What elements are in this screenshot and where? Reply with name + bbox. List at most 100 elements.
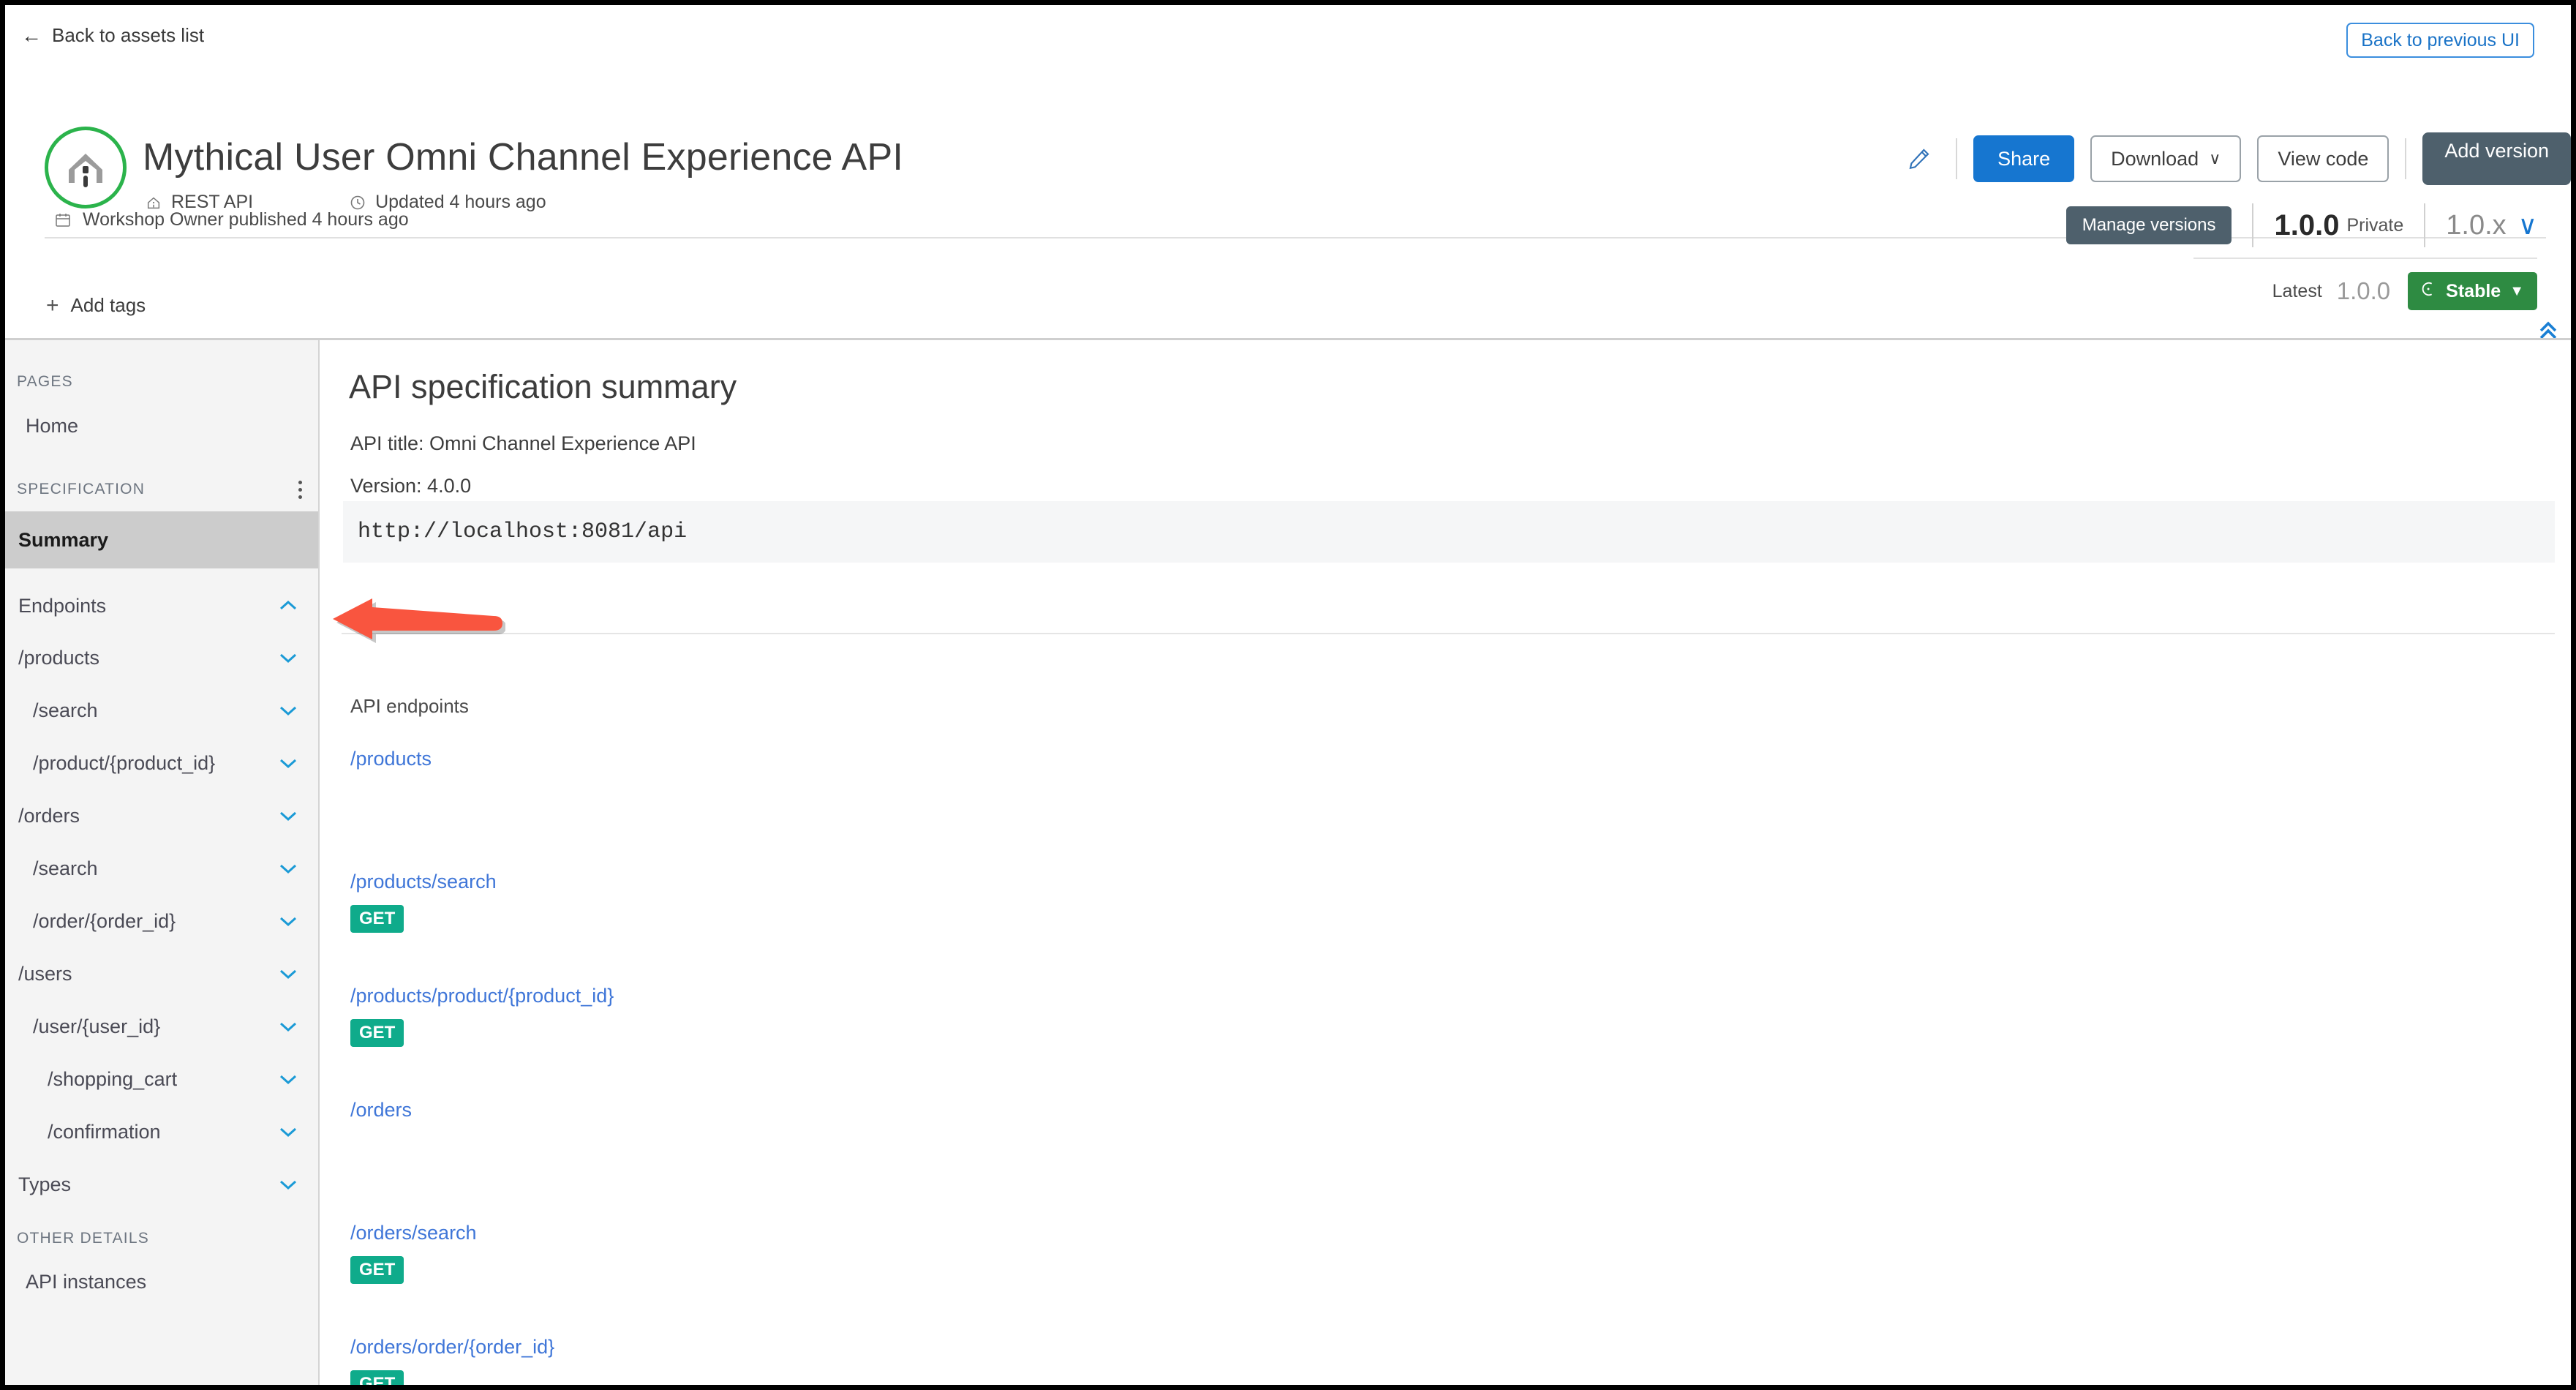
endpoint-path-link[interactable]: /orders/order/{order_id} bbox=[350, 1323, 2556, 1370]
content-divider bbox=[342, 633, 2555, 634]
view-code-button[interactable]: View code bbox=[2257, 135, 2389, 182]
sidebar-item-endpoint[interactable]: /orders bbox=[5, 789, 318, 842]
endpoint-path-link[interactable]: /orders/search bbox=[350, 1209, 2556, 1256]
divider bbox=[1956, 138, 1957, 179]
sidebar-spec-heading: SPECIFICATION bbox=[17, 481, 145, 498]
sidebar-item-endpoint[interactable]: /order/{order_id} bbox=[5, 895, 318, 947]
sidebar-item-label: /search bbox=[33, 857, 98, 880]
chevron-down-icon bbox=[279, 858, 298, 879]
spacer bbox=[350, 1284, 2556, 1315]
divider-4 bbox=[2424, 203, 2425, 247]
http-method-badge[interactable]: GET bbox=[350, 1019, 404, 1047]
endpoint-entry: /products bbox=[350, 735, 2556, 849]
add-tags-label: Add tags bbox=[71, 294, 146, 317]
sidebar-item-label: /product/{product_id} bbox=[33, 752, 215, 775]
kebab-menu-icon[interactable] bbox=[298, 481, 302, 499]
download-label: Download bbox=[2111, 148, 2199, 170]
download-button[interactable]: Download ∨ bbox=[2090, 135, 2241, 182]
latest-version-value: 1.0.0 bbox=[2337, 277, 2390, 305]
sidebar-item-label: /shopping_cart bbox=[48, 1068, 177, 1091]
top-bar: ← Back to assets list Back to previous U… bbox=[5, 5, 2571, 65]
share-button[interactable]: Share bbox=[1973, 135, 2074, 182]
divider-2 bbox=[2405, 138, 2406, 179]
chevron-down-icon bbox=[279, 647, 298, 669]
sidebar-item-label: Types bbox=[18, 1173, 71, 1196]
manage-versions-button[interactable]: Manage versions bbox=[2066, 206, 2232, 244]
endpoint-path-link[interactable]: /products/search bbox=[350, 858, 2556, 905]
main-content: API specification summary API title: Omn… bbox=[321, 340, 2571, 1385]
api-title-line: API title: Omni Channel Experience API bbox=[350, 432, 696, 455]
sidebar-item-endpoint[interactable]: /products bbox=[5, 631, 318, 684]
http-method-badge[interactable]: GET bbox=[350, 1370, 404, 1385]
sidebar-item-label: Home bbox=[26, 415, 78, 437]
sidebar-heading-other-details: OTHER DETAILS bbox=[5, 1218, 318, 1259]
status-badge-label: Stable bbox=[2446, 281, 2501, 302]
app-window: ← Back to assets list Back to previous U… bbox=[5, 5, 2571, 1385]
red-left-arrow-annotation bbox=[321, 590, 505, 652]
sidebar-item-endpoint[interactable]: /search bbox=[5, 842, 318, 895]
back-to-previous-ui-button[interactable]: Back to previous UI bbox=[2346, 23, 2534, 58]
add-version-button[interactable]: Add version bbox=[2422, 132, 2571, 185]
endpoint-entry: /orders/order/{order_id}GET bbox=[350, 1323, 2556, 1385]
endpoint-path-link[interactable]: /orders bbox=[350, 1086, 2556, 1133]
sidebar-heading-specification: SPECIFICATION bbox=[5, 467, 318, 511]
sidebar-item-types[interactable]: Types bbox=[5, 1158, 318, 1211]
published-info: Workshop Owner published 4 hours ago bbox=[53, 209, 409, 230]
sidebar-item-endpoint[interactable]: /shopping_cart bbox=[5, 1053, 318, 1105]
sidebar-item-endpoint[interactable]: /users bbox=[5, 947, 318, 1000]
pencil-icon[interactable] bbox=[1899, 138, 1940, 179]
sidebar-item-label: API instances bbox=[26, 1271, 146, 1293]
endpoint-path-link[interactable]: /products/product/{product_id} bbox=[350, 972, 2556, 1019]
sidebar: PAGES Home SPECIFICATION Summary Endpoin… bbox=[5, 340, 320, 1385]
sidebar-item-label: /user/{user_id} bbox=[33, 1015, 160, 1038]
chevron-down-icon bbox=[279, 1069, 298, 1090]
sidebar-item-label: Summary bbox=[18, 529, 108, 552]
chevron-up-icon bbox=[279, 596, 298, 617]
back-to-assets-list-label: Back to assets list bbox=[52, 24, 204, 47]
publish-version-bar: Workshop Owner published 4 hours ago + A… bbox=[5, 179, 2571, 331]
current-version: 1.0.0 bbox=[2274, 209, 2339, 242]
endpoint-entry: /products/product/{product_id}GET bbox=[350, 972, 2556, 1078]
chevron-down-icon[interactable]: ∨ bbox=[2518, 210, 2537, 241]
chevron-down-icon bbox=[279, 963, 298, 985]
sidebar-item-endpoint[interactable]: /search bbox=[5, 684, 318, 737]
sidebar-item-label: /order/{order_id} bbox=[33, 910, 176, 933]
sidebar-item-endpoint[interactable]: /user/{user_id} bbox=[5, 1000, 318, 1053]
sidebar-pages-heading: PAGES bbox=[17, 373, 73, 391]
chevron-down-icon bbox=[279, 1174, 298, 1195]
http-method-badge[interactable]: GET bbox=[350, 1256, 404, 1284]
view-code-label: View code bbox=[2278, 148, 2368, 170]
sidebar-item-endpoints[interactable]: Endpoints bbox=[5, 580, 318, 631]
add-version-label: Add version bbox=[2444, 140, 2549, 162]
endpoint-entry: /products/searchGET bbox=[350, 858, 2556, 963]
latest-label: Latest bbox=[2272, 281, 2322, 302]
chevron-down-icon bbox=[279, 805, 298, 827]
sidebar-item-endpoint[interactable]: /confirmation bbox=[5, 1105, 318, 1158]
version-controls-bottom: Latest 1.0.0 Stable ▼ bbox=[2272, 272, 2537, 310]
chevron-down-icon bbox=[279, 911, 298, 932]
http-method-badge[interactable]: GET bbox=[350, 905, 404, 933]
share-label: Share bbox=[1997, 148, 2050, 170]
version-controls-top: Manage versions 1.0.0 Private 1.0.x ∨ bbox=[2066, 203, 2537, 247]
endpoint-entry: /orders/searchGET bbox=[350, 1209, 2556, 1315]
add-tags-button[interactable]: + Add tags bbox=[46, 294, 146, 317]
sidebar-item-summary[interactable]: Summary bbox=[5, 511, 318, 568]
plus-icon: + bbox=[46, 295, 59, 317]
version-selector-value[interactable]: 1.0.x bbox=[2446, 210, 2506, 241]
endpoint-path-link[interactable]: /products bbox=[350, 735, 2556, 782]
api-endpoints-label: API endpoints bbox=[350, 695, 469, 718]
sidebar-item-label: /confirmation bbox=[48, 1121, 161, 1143]
sidebar-item-endpoint[interactable]: /product/{product_id} bbox=[5, 737, 318, 789]
sidebar-item-label: Endpoints bbox=[18, 595, 106, 617]
chevron-down-icon bbox=[279, 753, 298, 774]
header-actions: Share Download ∨ View code Add version bbox=[1899, 132, 2571, 185]
spacer bbox=[350, 1047, 2556, 1078]
sidebar-item-home[interactable]: Home bbox=[5, 403, 318, 448]
chevron-down-icon bbox=[279, 1016, 298, 1037]
status-badge[interactable]: Stable ▼ bbox=[2408, 272, 2537, 310]
spacer bbox=[350, 933, 2556, 963]
page-title: Mythical User Omni Channel Experience AP… bbox=[143, 135, 903, 179]
sidebar-item-api-instances[interactable]: API instances bbox=[5, 1259, 318, 1304]
back-to-assets-list-link[interactable]: ← Back to assets list bbox=[21, 24, 204, 47]
base-url-block: http://localhost:8081/api bbox=[343, 501, 2555, 563]
